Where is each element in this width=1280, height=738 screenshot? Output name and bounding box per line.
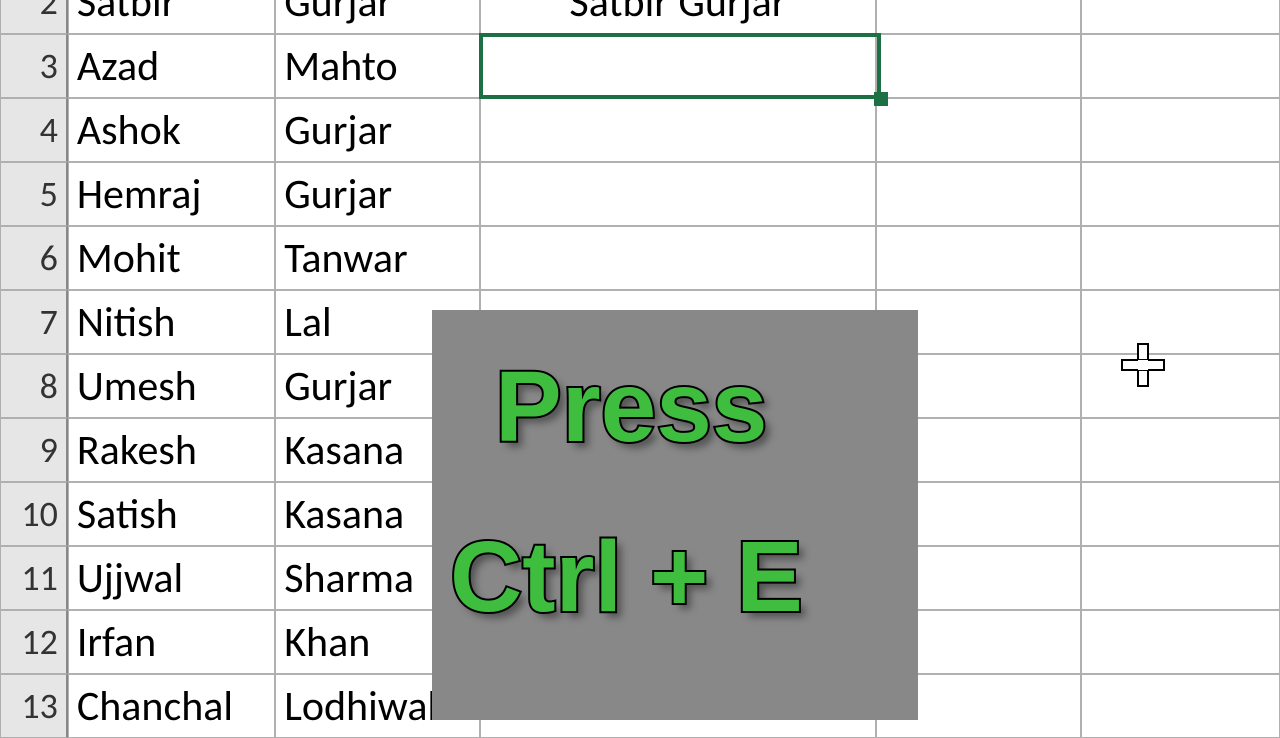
cell[interactable]: Gurjar bbox=[275, 98, 479, 162]
row-header[interactable]: 13 bbox=[0, 674, 68, 738]
cell[interactable] bbox=[876, 98, 1080, 162]
cell[interactable] bbox=[1081, 226, 1280, 290]
cell[interactable]: Azad bbox=[68, 34, 275, 98]
table-row: 3 Azad Mahto bbox=[0, 34, 1280, 98]
cell[interactable] bbox=[1081, 546, 1280, 610]
row-header[interactable]: 11 bbox=[0, 546, 68, 610]
cell[interactable] bbox=[1081, 0, 1280, 34]
fill-handle[interactable] bbox=[874, 92, 888, 106]
cell[interactable] bbox=[480, 98, 877, 162]
cell[interactable] bbox=[1081, 418, 1280, 482]
cell[interactable]: Irfan bbox=[68, 610, 275, 674]
cell[interactable]: Ujjwal bbox=[68, 546, 275, 610]
table-row: 2 Satbir Gurjar Satbir Gurjar bbox=[0, 0, 1280, 34]
table-row: 4 Ashok Gurjar bbox=[0, 98, 1280, 162]
cell[interactable] bbox=[1081, 34, 1280, 98]
cell[interactable] bbox=[1081, 674, 1280, 738]
row-header[interactable]: 2 bbox=[0, 0, 68, 34]
cell[interactable]: Mahto bbox=[275, 34, 479, 98]
overlay-text-line2: Ctrl + E bbox=[450, 520, 803, 635]
cell[interactable]: Ashok bbox=[68, 98, 275, 162]
cell[interactable] bbox=[480, 162, 877, 226]
row-header[interactable]: 6 bbox=[0, 226, 68, 290]
cell[interactable] bbox=[1081, 290, 1280, 354]
cell[interactable]: Umesh bbox=[68, 354, 275, 418]
cell[interactable]: Rakesh bbox=[68, 418, 275, 482]
cell[interactable]: Mohit bbox=[68, 226, 275, 290]
cell[interactable] bbox=[1081, 354, 1280, 418]
row-header[interactable]: 12 bbox=[0, 610, 68, 674]
cell[interactable] bbox=[1081, 162, 1280, 226]
table-row: 5 Hemraj Gurjar bbox=[0, 162, 1280, 226]
row-header[interactable]: 4 bbox=[0, 98, 68, 162]
cell[interactable]: Satbir bbox=[68, 0, 275, 34]
overlay-text-line1: Press bbox=[495, 350, 767, 465]
cursor-cross-icon bbox=[1118, 340, 1168, 395]
cell[interactable]: Nitish bbox=[68, 290, 275, 354]
cell[interactable] bbox=[876, 226, 1080, 290]
cell[interactable]: Satish bbox=[68, 482, 275, 546]
row-header[interactable]: 3 bbox=[0, 34, 68, 98]
cell[interactable]: Satbir Gurjar bbox=[480, 0, 877, 34]
row-header[interactable]: 10 bbox=[0, 482, 68, 546]
cell[interactable]: Chanchal bbox=[68, 674, 275, 738]
table-row: 6 Mohit Tanwar bbox=[0, 226, 1280, 290]
cell[interactable] bbox=[876, 34, 1080, 98]
cell[interactable]: Tanwar bbox=[275, 226, 479, 290]
cell-selected[interactable] bbox=[480, 34, 877, 98]
cell[interactable] bbox=[480, 226, 877, 290]
cell[interactable] bbox=[1081, 610, 1280, 674]
cell[interactable]: Gurjar bbox=[275, 162, 479, 226]
cell[interactable] bbox=[876, 0, 1080, 34]
cell[interactable]: Gurjar bbox=[275, 0, 479, 34]
cell[interactable]: Hemraj bbox=[68, 162, 275, 226]
cell[interactable] bbox=[876, 162, 1080, 226]
cell[interactable] bbox=[1081, 98, 1280, 162]
row-header[interactable]: 8 bbox=[0, 354, 68, 418]
cell[interactable] bbox=[1081, 482, 1280, 546]
row-header[interactable]: 7 bbox=[0, 290, 68, 354]
row-header[interactable]: 9 bbox=[0, 418, 68, 482]
row-header[interactable]: 5 bbox=[0, 162, 68, 226]
